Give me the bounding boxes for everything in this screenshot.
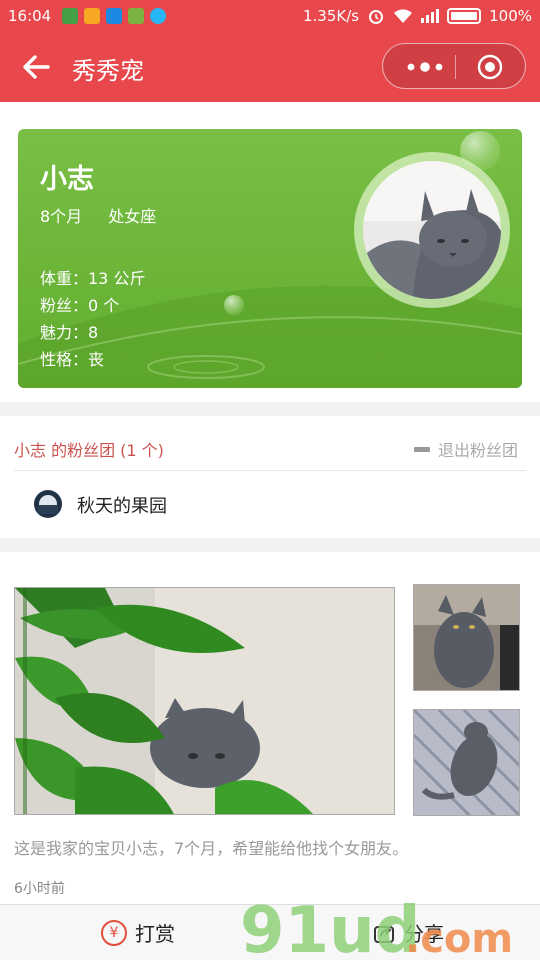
pet-zodiac: 处女座 xyxy=(108,207,157,226)
nav-bar: 秀秀宠 xyxy=(0,32,540,102)
pet-stats: 体重：13 公斤 粉丝：0 个 魅力：8 性格：丧 xyxy=(40,265,145,373)
clock-icon xyxy=(150,8,166,24)
page-title: 秀秀宠 xyxy=(72,57,144,85)
minus-icon xyxy=(413,446,430,452)
stat-fans: 粉丝：0 个 xyxy=(40,296,120,315)
quit-fans-button[interactable]: 退出粉丝团 xyxy=(413,437,518,461)
shield-icon xyxy=(62,8,78,24)
upload-icon xyxy=(106,8,122,24)
pet-age: 8个月 xyxy=(40,207,83,226)
cat-thumb-photo xyxy=(414,585,519,690)
pet-meta: 8个月 处女座 xyxy=(40,203,156,227)
battery-icon xyxy=(447,8,482,24)
pet-avatar[interactable] xyxy=(363,161,501,299)
cat-plant-photo xyxy=(15,588,394,814)
signal-icon xyxy=(421,9,440,23)
status-bar: 16:04 1.35K/s 100% xyxy=(0,0,540,32)
fan-name[interactable]: 秋天的果园 xyxy=(77,492,167,518)
post-time: 6小时前 xyxy=(14,881,65,897)
arrow-left-icon[interactable] xyxy=(20,52,52,82)
post-text: 这是我家的宝贝小志，7个月，希望能给他找个女朋友。 xyxy=(14,839,409,858)
fans-title: 小志 的粉丝团 (1 个) xyxy=(14,441,164,460)
alarm-icon xyxy=(369,10,384,24)
pet-name: 小志 xyxy=(40,164,94,195)
battery-saver-icon xyxy=(128,8,144,24)
profile-section: 小志 8个月 处女座 体重：13 公斤 粉丝：0 个 魅力：8 性格：丧 xyxy=(0,102,540,402)
cat-photo xyxy=(363,161,501,299)
reward-label: 打赏 xyxy=(135,922,175,946)
share-icon xyxy=(374,924,394,943)
stat-charm: 魅力：8 xyxy=(40,323,99,342)
stat-personality: 性格：丧 xyxy=(40,350,105,369)
capsule-divider xyxy=(455,55,456,79)
notification-icons xyxy=(62,8,166,24)
bottom-bar: ¥ 打赏 分享 xyxy=(0,904,540,960)
divider xyxy=(14,470,526,471)
fan-avatar[interactable] xyxy=(34,490,62,518)
share-label: 分享 xyxy=(404,922,444,946)
post-thumbnail-1[interactable] xyxy=(413,584,520,691)
stat-weight: 体重：13 公斤 xyxy=(40,269,146,288)
status-time: 16:04 xyxy=(8,7,52,25)
more-dots-icon[interactable] xyxy=(399,44,453,90)
profile-card: 小志 8个月 处女座 体重：13 公斤 粉丝：0 个 魅力：8 性格：丧 xyxy=(18,129,522,388)
notification-icon xyxy=(84,8,100,24)
network-speed: 1.35K/s xyxy=(303,7,360,25)
capsule-menu xyxy=(382,43,526,89)
content: 小志 8个月 处女座 体重：13 公斤 粉丝：0 个 魅力：8 性格：丧 小志 … xyxy=(0,102,540,904)
battery-percent: 100% xyxy=(489,7,532,25)
share-button[interactable]: 分享 xyxy=(372,918,444,947)
yen-coin-icon: ¥ xyxy=(101,919,127,946)
wifi-icon xyxy=(394,9,413,23)
quit-label: 退出粉丝团 xyxy=(437,441,518,460)
target-circle-icon[interactable] xyxy=(477,54,503,80)
post-section: 这是我家的宝贝小志，7个月，希望能给他找个女朋友。 6小时前 xyxy=(0,552,540,904)
cat-thumb-photo xyxy=(414,710,519,815)
post-main-photo[interactable] xyxy=(14,587,395,815)
post-thumbnail-2[interactable] xyxy=(413,709,520,816)
fans-section: 小志 的粉丝团 (1 个) 退出粉丝团 秋天的果园 xyxy=(0,416,540,538)
reward-button[interactable]: ¥ 打赏 xyxy=(101,918,175,947)
